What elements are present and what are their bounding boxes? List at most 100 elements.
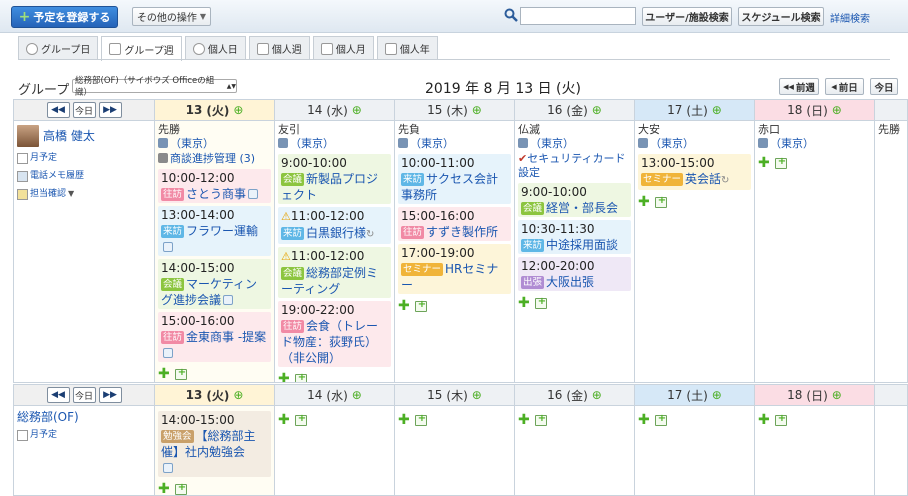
add-event-icon[interactable]: ⊕ <box>352 388 362 402</box>
add-event-icon[interactable]: ⊕ <box>712 388 722 402</box>
prev-week-button[interactable]: ◀◀ 前週 <box>779 78 819 95</box>
event[interactable]: 10:00-11:00 来訪 サクセス会計事務所 <box>398 154 511 204</box>
add-event-icon[interactable]: ✚ <box>158 367 170 381</box>
day-cell[interactable]: ✚ <box>395 406 515 496</box>
tab-group-week[interactable]: グループ週 <box>101 36 182 61</box>
day-header[interactable]: 15 (木) ⊕ <box>395 99 515 121</box>
event[interactable]: ⚠11:00-12:00 会議 総務部定例ミーティング <box>278 247 391 298</box>
add-event-icon[interactable]: ✚ <box>278 413 290 427</box>
event[interactable]: 12:00-20:00 出張 大阪出張 <box>518 257 631 291</box>
add-event-icon[interactable]: ⊕ <box>832 388 842 402</box>
today-nav-button[interactable]: 今日 <box>72 387 96 403</box>
month-schedule-link[interactable]: 月予定 <box>17 151 151 165</box>
add-event-icon[interactable]: ⊕ <box>832 103 842 117</box>
add-event-icon[interactable]: ✚ <box>758 413 770 427</box>
add-event-icon[interactable]: ✚ <box>518 296 530 310</box>
phone-memo-link[interactable]: 電話メモ履歴 <box>17 169 151 183</box>
day-cell[interactable]: 先勝 <box>875 121 908 383</box>
register-schedule-button[interactable]: + 予定を登録する <box>11 6 118 28</box>
add-event-icon[interactable]: ⊕ <box>352 103 362 117</box>
add-todo-icon[interactable] <box>294 412 307 426</box>
day-cell[interactable]: ✚ <box>755 406 875 496</box>
tab-personal-week[interactable]: 個人週 <box>248 36 310 60</box>
day-header[interactable]: 14 (水) ⊕ <box>275 384 395 406</box>
day-header[interactable]: 17 (土) ⊕ <box>635 384 755 406</box>
todo-item[interactable]: ✔セキュリティカード設定 <box>518 152 631 180</box>
add-event-icon[interactable]: ✚ <box>518 413 530 427</box>
add-event-icon[interactable]: ✚ <box>758 156 770 170</box>
group-name[interactable]: 総務部(OF) <box>17 410 151 424</box>
add-todo-icon[interactable] <box>534 412 547 426</box>
add-event-icon[interactable]: ⊕ <box>592 388 602 402</box>
add-todo-icon[interactable] <box>774 155 787 169</box>
add-event-icon[interactable]: ✚ <box>278 372 290 382</box>
day-cell[interactable] <box>875 406 908 496</box>
add-event-icon[interactable]: ⊕ <box>592 103 602 117</box>
day-cell[interactable]: 仏滅 （東京） ✔セキュリティカード設定 9:00-10:00 会議 経営・部長会 … <box>515 121 635 383</box>
prev-week-nav-button[interactable]: ◀◀ <box>46 387 70 403</box>
add-event-icon[interactable]: ✚ <box>638 413 650 427</box>
add-todo-icon[interactable] <box>174 481 187 495</box>
event[interactable]: 9:00-10:00 会議 経営・部長会 <box>518 183 631 217</box>
todo-item[interactable]: 商談進捗管理 (3) <box>158 152 271 166</box>
add-todo-icon[interactable] <box>774 412 787 426</box>
day-cell[interactable]: ✚ <box>635 406 755 496</box>
add-event-icon[interactable]: ⊕ <box>472 388 482 402</box>
next-week-nav-button[interactable]: ▶▶ <box>98 102 122 118</box>
day-header[interactable]: 17 (土) ⊕ <box>635 99 755 121</box>
add-event-icon[interactable]: ✚ <box>638 195 650 209</box>
member-name[interactable]: 高橋 健太 <box>43 129 95 143</box>
add-event-icon[interactable]: ⊕ <box>233 388 243 402</box>
today-nav-button[interactable]: 今日 <box>72 102 96 118</box>
add-event-icon[interactable]: ⊕ <box>712 103 722 117</box>
day-header[interactable]: 13 (火) ⊕ <box>155 384 275 406</box>
day-header[interactable] <box>875 384 908 406</box>
day-header[interactable]: 13 (火) ⊕ <box>155 99 275 121</box>
day-cell[interactable]: 大安 （東京） 13:00-15:00 セミナー 英会話↻ ✚ <box>635 121 755 383</box>
add-todo-icon[interactable] <box>654 194 667 208</box>
day-cell[interactable]: 14:00-15:00 勉強会 【総務部主催】社内勉強会 ✚ <box>155 406 275 496</box>
event[interactable]: 15:00-16:00 往訪 金東商事 -提案 <box>158 312 271 362</box>
event[interactable]: 14:00-15:00 会議 マーケティング進捗会議 <box>158 259 271 309</box>
add-event-icon[interactable]: ⊕ <box>233 103 243 117</box>
group-select[interactable]: 総務部(OF)（サイボウズ Officeの組織） ▲▼ <box>72 76 237 98</box>
event[interactable]: 15:00-16:00 往訪 すずき製作所 <box>398 207 511 241</box>
prev-day-button[interactable]: ◀ 前日 <box>825 78 864 95</box>
detail-search-link[interactable]: 詳細検索 <box>830 10 870 25</box>
tab-personal-year[interactable]: 個人年 <box>376 36 438 60</box>
add-todo-icon[interactable] <box>654 412 667 426</box>
prev-week-nav-button[interactable]: ◀◀ <box>46 102 70 118</box>
search-input[interactable] <box>520 7 636 25</box>
other-actions-button[interactable]: その他の操作 ▼ <box>132 7 211 26</box>
add-event-icon[interactable]: ✚ <box>398 299 410 313</box>
day-cell[interactable]: 先勝 （東京） 商談進捗管理 (3) 10:00-12:00 往訪 さとう商事 13… <box>155 121 275 383</box>
day-header[interactable]: 16 (金) ⊕ <box>515 99 635 121</box>
user-facility-search-button[interactable]: ユーザー/施設検索 <box>642 7 732 26</box>
add-event-icon[interactable]: ✚ <box>398 413 410 427</box>
tab-personal-month[interactable]: 個人月 <box>312 36 374 60</box>
today-button[interactable]: 今日 <box>870 78 898 95</box>
event[interactable]: 13:00-14:00 来訪 フラワー運輸 <box>158 206 271 256</box>
event[interactable]: ⚠11:00-12:00 来訪 白黒銀行様↻ <box>278 207 391 244</box>
day-header[interactable]: 14 (水) ⊕ <box>275 99 395 121</box>
day-header[interactable]: 18 (日) ⊕ <box>755 99 875 121</box>
event[interactable]: 17:00-19:00 セミナー HRセミナー <box>398 244 511 294</box>
day-header[interactable] <box>875 99 908 121</box>
add-event-icon[interactable]: ⊕ <box>472 103 482 117</box>
day-header[interactable]: 16 (金) ⊕ <box>515 384 635 406</box>
add-todo-icon[interactable] <box>534 295 547 309</box>
add-todo-icon[interactable] <box>414 298 427 312</box>
assignment-check-link[interactable]: 担当確認 ▼ <box>17 187 151 201</box>
add-todo-icon[interactable] <box>294 371 307 382</box>
event[interactable]: 14:00-15:00 勉強会 【総務部主催】社内勉強会 <box>158 411 271 477</box>
event[interactable]: 13:00-15:00 セミナー 英会話↻ <box>638 154 751 190</box>
next-week-nav-button[interactable]: ▶▶ <box>98 387 122 403</box>
add-event-icon[interactable]: ✚ <box>158 482 170 495</box>
event[interactable]: 9:00-10:00 会議 新製品プロジェクト <box>278 154 391 204</box>
month-schedule-link[interactable]: 月予定 <box>17 428 151 442</box>
day-cell[interactable]: ✚ <box>275 406 395 496</box>
day-cell[interactable]: 友引 （東京） 9:00-10:00 会議 新製品プロジェクト ⚠11:00-12:… <box>275 121 395 383</box>
day-header[interactable]: 15 (木) ⊕ <box>395 384 515 406</box>
schedule-search-button[interactable]: スケジュール検索 <box>738 7 824 26</box>
add-todo-icon[interactable] <box>414 412 427 426</box>
